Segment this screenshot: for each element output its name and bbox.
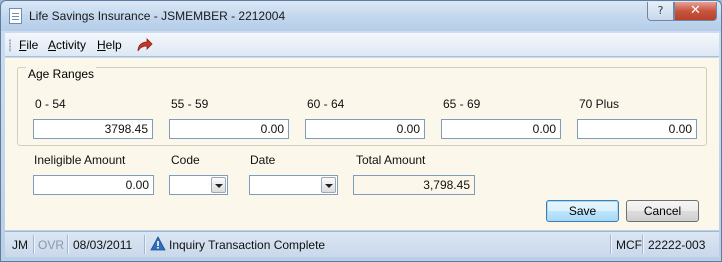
window-title: Life Savings Insurance - JSMEMBER - 2212… bbox=[29, 9, 286, 23]
form-content: Age Ranges 0 - 54 55 - 59 60 - 64 65 - 6… bbox=[5, 58, 719, 230]
code-label: Code bbox=[171, 153, 200, 167]
date-select[interactable] bbox=[249, 175, 338, 195]
cancel-button[interactable]: Cancel bbox=[626, 200, 699, 222]
total-amount-label: Total Amount bbox=[356, 153, 426, 167]
help-button[interactable]: ? bbox=[647, 2, 674, 21]
menu-bar: File Activity Help bbox=[5, 33, 719, 57]
status-divider bbox=[610, 235, 611, 254]
document-icon bbox=[9, 8, 22, 24]
range-label-60-64: 60 - 64 bbox=[307, 97, 345, 111]
menu-activity[interactable]: Activity bbox=[48, 38, 86, 52]
status-mode: OVR bbox=[38, 238, 65, 252]
ineligible-amount-label: Ineligible Amount bbox=[34, 153, 126, 167]
range-input-55-59[interactable]: 0.00 bbox=[169, 119, 289, 139]
application-window: Life Savings Insurance - JSMEMBER - 2212… bbox=[0, 0, 722, 262]
range-input-65-69[interactable]: 0.00 bbox=[441, 119, 561, 139]
chevron-down-icon[interactable] bbox=[321, 177, 336, 193]
status-code: MCF bbox=[616, 238, 642, 252]
menu-file[interactable]: File bbox=[19, 38, 38, 52]
age-ranges-legend: Age Ranges bbox=[26, 67, 97, 81]
code-select[interactable] bbox=[169, 175, 228, 195]
range-input-0-54[interactable]: 3798.45 bbox=[33, 119, 153, 139]
toolbar-grip-icon[interactable] bbox=[9, 39, 11, 52]
chevron-down-icon[interactable] bbox=[211, 177, 226, 193]
save-button[interactable]: Save bbox=[546, 200, 619, 222]
range-input-70-plus[interactable]: 0.00 bbox=[577, 119, 697, 139]
range-label-70-plus: 70 Plus bbox=[579, 97, 620, 111]
status-message: Inquiry Transaction Complete bbox=[169, 238, 326, 252]
menu-help[interactable]: Help bbox=[97, 38, 122, 52]
range-input-60-64[interactable]: 0.00 bbox=[305, 119, 425, 139]
close-button[interactable]: ✕ bbox=[674, 2, 717, 21]
status-date: 08/03/2011 bbox=[73, 238, 133, 252]
ineligible-amount-input[interactable]: 0.00 bbox=[33, 175, 154, 195]
title-bar[interactable]: Life Savings Insurance - JSMEMBER - 2212… bbox=[1, 1, 721, 31]
status-divider bbox=[144, 235, 145, 254]
status-divider bbox=[33, 235, 34, 254]
status-bar: JM OVR 08/03/2011 Inquiry Transaction Co… bbox=[5, 231, 719, 257]
status-divider bbox=[67, 235, 68, 254]
status-account: 22222-003 bbox=[648, 238, 706, 252]
range-label-55-59: 55 - 59 bbox=[171, 97, 209, 111]
range-label-0-54: 0 - 54 bbox=[35, 97, 66, 111]
age-ranges-group: Age Ranges 0 - 54 55 - 59 60 - 64 65 - 6… bbox=[17, 67, 707, 146]
warning-icon bbox=[150, 236, 166, 251]
redo-arrow-icon[interactable] bbox=[135, 36, 153, 54]
status-user: JM bbox=[12, 238, 28, 252]
total-amount-field: 3,798.45 bbox=[353, 175, 475, 195]
status-divider bbox=[642, 235, 643, 254]
range-label-65-69: 65 - 69 bbox=[443, 97, 481, 111]
date-label: Date bbox=[250, 153, 276, 167]
